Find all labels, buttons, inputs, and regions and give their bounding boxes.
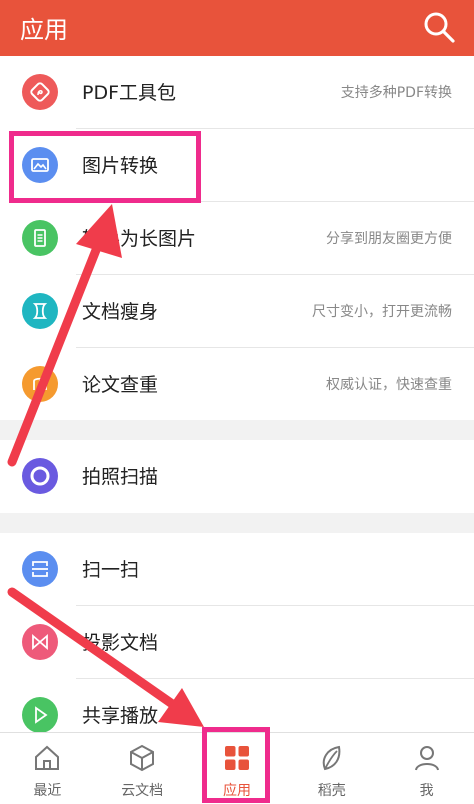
- row-label: 转换为长图片: [82, 228, 197, 250]
- row-long-image[interactable]: 转换为长图片 分享到朋友圈更方便: [0, 202, 474, 275]
- row-doc-slim[interactable]: 文档瘦身 尺寸变小，打开更流畅: [0, 275, 474, 348]
- nav-label: 最近: [33, 783, 62, 799]
- row-shared-play[interactable]: 共享播放: [0, 679, 474, 733]
- row-projection[interactable]: 投影文档: [0, 606, 474, 679]
- apps-grid-icon: [224, 746, 249, 770]
- row-label: 投影文档: [82, 632, 159, 654]
- nav-docer[interactable]: 稻壳: [284, 733, 379, 804]
- row-label: 图片转换: [82, 155, 159, 177]
- row-label: 论文查重: [82, 374, 159, 396]
- row-label: 扫一扫: [82, 559, 140, 581]
- row-label: 文档瘦身: [82, 301, 159, 323]
- nav-recent[interactable]: 最近: [0, 733, 95, 804]
- tools-section: PDF工具包 支持多种PDF转换 图片转换 转换为长图片 分享到朋友圈更方便 文…: [0, 56, 474, 420]
- image-icon: [22, 147, 58, 183]
- row-label: PDF工具包: [82, 82, 177, 104]
- long-image-icon: [22, 220, 58, 256]
- search-icon[interactable]: [422, 10, 456, 44]
- projection-icon: [22, 624, 58, 660]
- app-header: 应用: [0, 0, 474, 56]
- leaf-icon: [322, 745, 341, 771]
- scan-section: 拍照扫描: [0, 440, 474, 513]
- row-desc: 尺寸变小，打开更流畅: [312, 304, 452, 320]
- page-title: 应用: [20, 16, 68, 44]
- thesis-icon: [22, 366, 58, 402]
- bottom-nav: 最近 云文档 应用 稻壳 我: [0, 732, 474, 804]
- nav-label: 应用: [222, 783, 251, 799]
- row-scan[interactable]: 扫一扫: [0, 533, 474, 606]
- home-icon: [35, 745, 60, 770]
- row-desc: 支持多种PDF转换: [340, 85, 452, 101]
- nav-me[interactable]: 我: [379, 733, 474, 804]
- nav-label: 我: [419, 783, 434, 799]
- row-label: 拍照扫描: [82, 466, 159, 488]
- pdf-icon: [22, 74, 58, 110]
- row-pdf-tools[interactable]: PDF工具包 支持多种PDF转换: [0, 56, 474, 129]
- play-icon: [22, 697, 58, 733]
- profile-icon: [414, 746, 439, 771]
- nav-label: 云文档: [121, 783, 164, 799]
- nav-label: 稻壳: [317, 783, 346, 799]
- row-label: 共享播放: [82, 705, 159, 727]
- row-thesis-check[interactable]: 论文查重 权威认证，快速查重: [0, 348, 474, 421]
- camera-scan-icon: [22, 458, 58, 494]
- row-camera-scan[interactable]: 拍照扫描: [0, 440, 474, 513]
- share-section: 扫一扫 投影文档 共享播放: [0, 533, 474, 733]
- row-desc: 分享到朋友圈更方便: [326, 231, 452, 247]
- slim-icon: [22, 293, 58, 329]
- scan-icon: [22, 551, 58, 587]
- nav-cloud-docs[interactable]: 云文档: [95, 733, 190, 804]
- row-image-convert[interactable]: 图片转换: [0, 129, 474, 202]
- cloud-box-icon: [130, 744, 155, 772]
- nav-apps[interactable]: 应用: [190, 733, 285, 804]
- row-desc: 权威认证，快速查重: [326, 377, 452, 393]
